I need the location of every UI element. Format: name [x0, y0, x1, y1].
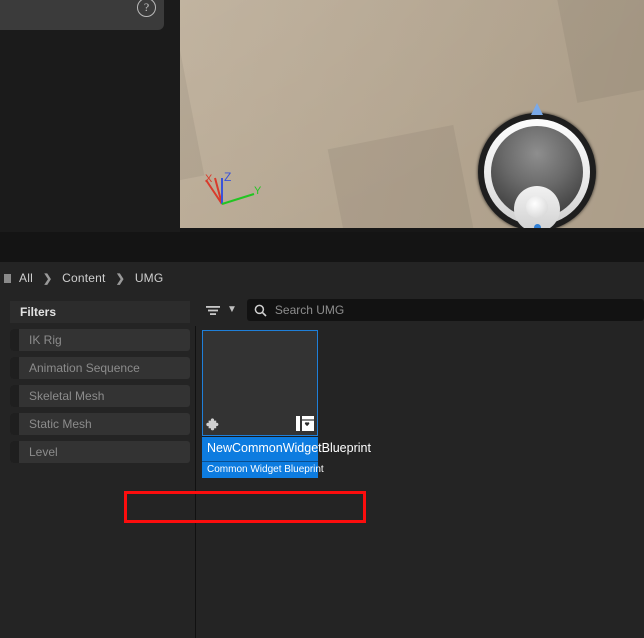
- filter-item-animation-sequence[interactable]: Animation Sequence: [10, 357, 190, 379]
- chevron-down-icon: ▼: [227, 304, 237, 315]
- unreal-editor-window: X Z Y ? All ❯ Content ❯ UMG Filters IK R…: [0, 0, 644, 638]
- gizmo-x-label: X: [205, 173, 213, 185]
- filter-item-level[interactable]: Level: [10, 441, 190, 463]
- content-browser-toolbar: ▼ Search UMG: [195, 294, 644, 326]
- filter-dropdown-button[interactable]: ▼: [205, 304, 237, 317]
- mesh-core-center: [526, 195, 548, 218]
- breadcrumb: All ❯ Content ❯ UMG: [0, 262, 644, 294]
- filters-panel: Filters IK Rig Animation Sequence Skelet…: [0, 294, 196, 638]
- asset-thumbnail[interactable]: [202, 330, 318, 436]
- gizmo-y-label: Y: [254, 185, 262, 197]
- filter-item-ik-rig[interactable]: IK Rig: [10, 329, 190, 351]
- umg-widget-icon: [296, 416, 314, 431]
- search-placeholder: Search UMG: [274, 303, 345, 317]
- breadcrumb-item-all[interactable]: All: [19, 271, 33, 285]
- breadcrumb-item-umg[interactable]: UMG: [135, 271, 164, 285]
- level-viewport[interactable]: X Z Y: [180, 0, 644, 232]
- breadcrumb-separator: ❯: [115, 272, 125, 285]
- panel-separator-band: [0, 232, 644, 262]
- selection-marker-icon: [531, 103, 543, 115]
- filter-icon: [206, 305, 220, 315]
- search-input[interactable]: Search UMG: [246, 299, 644, 321]
- left-empty-panel: [0, 30, 180, 232]
- axis-gizmo: X Z Y: [202, 168, 264, 210]
- breadcrumb-separator: ❯: [42, 272, 53, 285]
- filters-title: Filters: [10, 301, 190, 323]
- content-browser: Filters IK Rig Animation Sequence Skelet…: [0, 294, 644, 638]
- filters-list: IK Rig Animation Sequence Skeletal Mesh …: [10, 329, 190, 469]
- puzzle-piece-icon: [206, 418, 219, 431]
- breadcrumb-root-icon: [4, 273, 11, 283]
- asset-grid[interactable]: NewCommonWidgetBlueprint Common Widget B…: [195, 326, 644, 638]
- filter-item-skeletal-mesh[interactable]: Skeletal Mesh: [10, 385, 190, 407]
- filter-item-static-mesh[interactable]: Static Mesh: [10, 413, 190, 435]
- viewport-round-mesh[interactable]: [478, 103, 596, 232]
- asset-name-label[interactable]: NewCommonWidgetBlueprint: [202, 436, 371, 461]
- help-circle-icon[interactable]: ?: [137, 0, 156, 17]
- asset-type-label: Common Widget Blueprint: [202, 461, 324, 478]
- asset-tile[interactable]: NewCommonWidgetBlueprint Common Widget B…: [202, 330, 371, 478]
- search-icon: [254, 304, 267, 317]
- viewport-options-panel[interactable]: ?: [0, 0, 164, 30]
- gizmo-z-label: Z: [224, 170, 231, 184]
- breadcrumb-item-content[interactable]: Content: [62, 271, 105, 285]
